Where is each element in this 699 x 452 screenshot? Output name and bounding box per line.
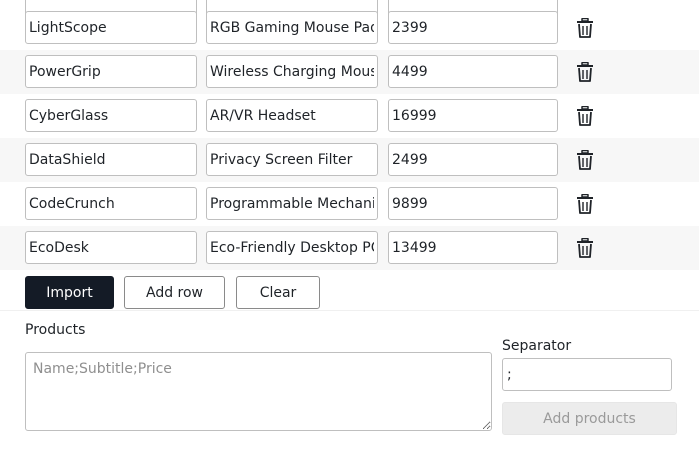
- product-import-form: Import Add row Clear Products Separator …: [0, 0, 699, 452]
- trash-icon[interactable]: [576, 150, 594, 170]
- table-row: [0, 6, 699, 50]
- product-price-input[interactable]: [388, 231, 558, 264]
- product-name-input[interactable]: [25, 187, 197, 220]
- table-row: [0, 182, 699, 226]
- product-price-input[interactable]: [388, 99, 558, 132]
- divider: [0, 310, 699, 311]
- table-row: [0, 138, 699, 182]
- table-row: [0, 226, 699, 270]
- trash-icon[interactable]: [576, 194, 594, 214]
- product-name-input[interactable]: [25, 231, 197, 264]
- product-price-input[interactable]: [388, 143, 558, 176]
- product-subtitle-input[interactable]: [206, 187, 378, 220]
- product-price-input[interactable]: [388, 55, 558, 88]
- product-subtitle-input[interactable]: [206, 143, 378, 176]
- product-name-input[interactable]: [25, 99, 197, 132]
- trash-icon[interactable]: [576, 62, 594, 82]
- separator-input[interactable]: [502, 358, 672, 391]
- product-name-input[interactable]: [25, 143, 197, 176]
- trash-icon[interactable]: [576, 18, 594, 38]
- product-name-input[interactable]: [25, 55, 197, 88]
- separator-label: Separator: [502, 338, 572, 354]
- add-row-button[interactable]: Add row: [124, 276, 225, 309]
- table-row: [0, 94, 699, 138]
- trash-icon[interactable]: [576, 238, 594, 258]
- trash-icon[interactable]: [576, 106, 594, 126]
- product-subtitle-input[interactable]: [206, 11, 378, 44]
- product-name-input[interactable]: [25, 11, 197, 44]
- add-products-button[interactable]: Add products: [502, 402, 677, 435]
- product-price-input[interactable]: [388, 11, 558, 44]
- products-textarea[interactable]: [25, 352, 492, 431]
- product-price-input[interactable]: [388, 187, 558, 220]
- product-subtitle-input[interactable]: [206, 231, 378, 264]
- table-row: [0, 50, 699, 94]
- clear-button[interactable]: Clear: [236, 276, 320, 309]
- product-subtitle-input[interactable]: [206, 99, 378, 132]
- product-subtitle-input[interactable]: [206, 55, 378, 88]
- products-label: Products: [25, 322, 86, 338]
- import-button[interactable]: Import: [25, 276, 114, 309]
